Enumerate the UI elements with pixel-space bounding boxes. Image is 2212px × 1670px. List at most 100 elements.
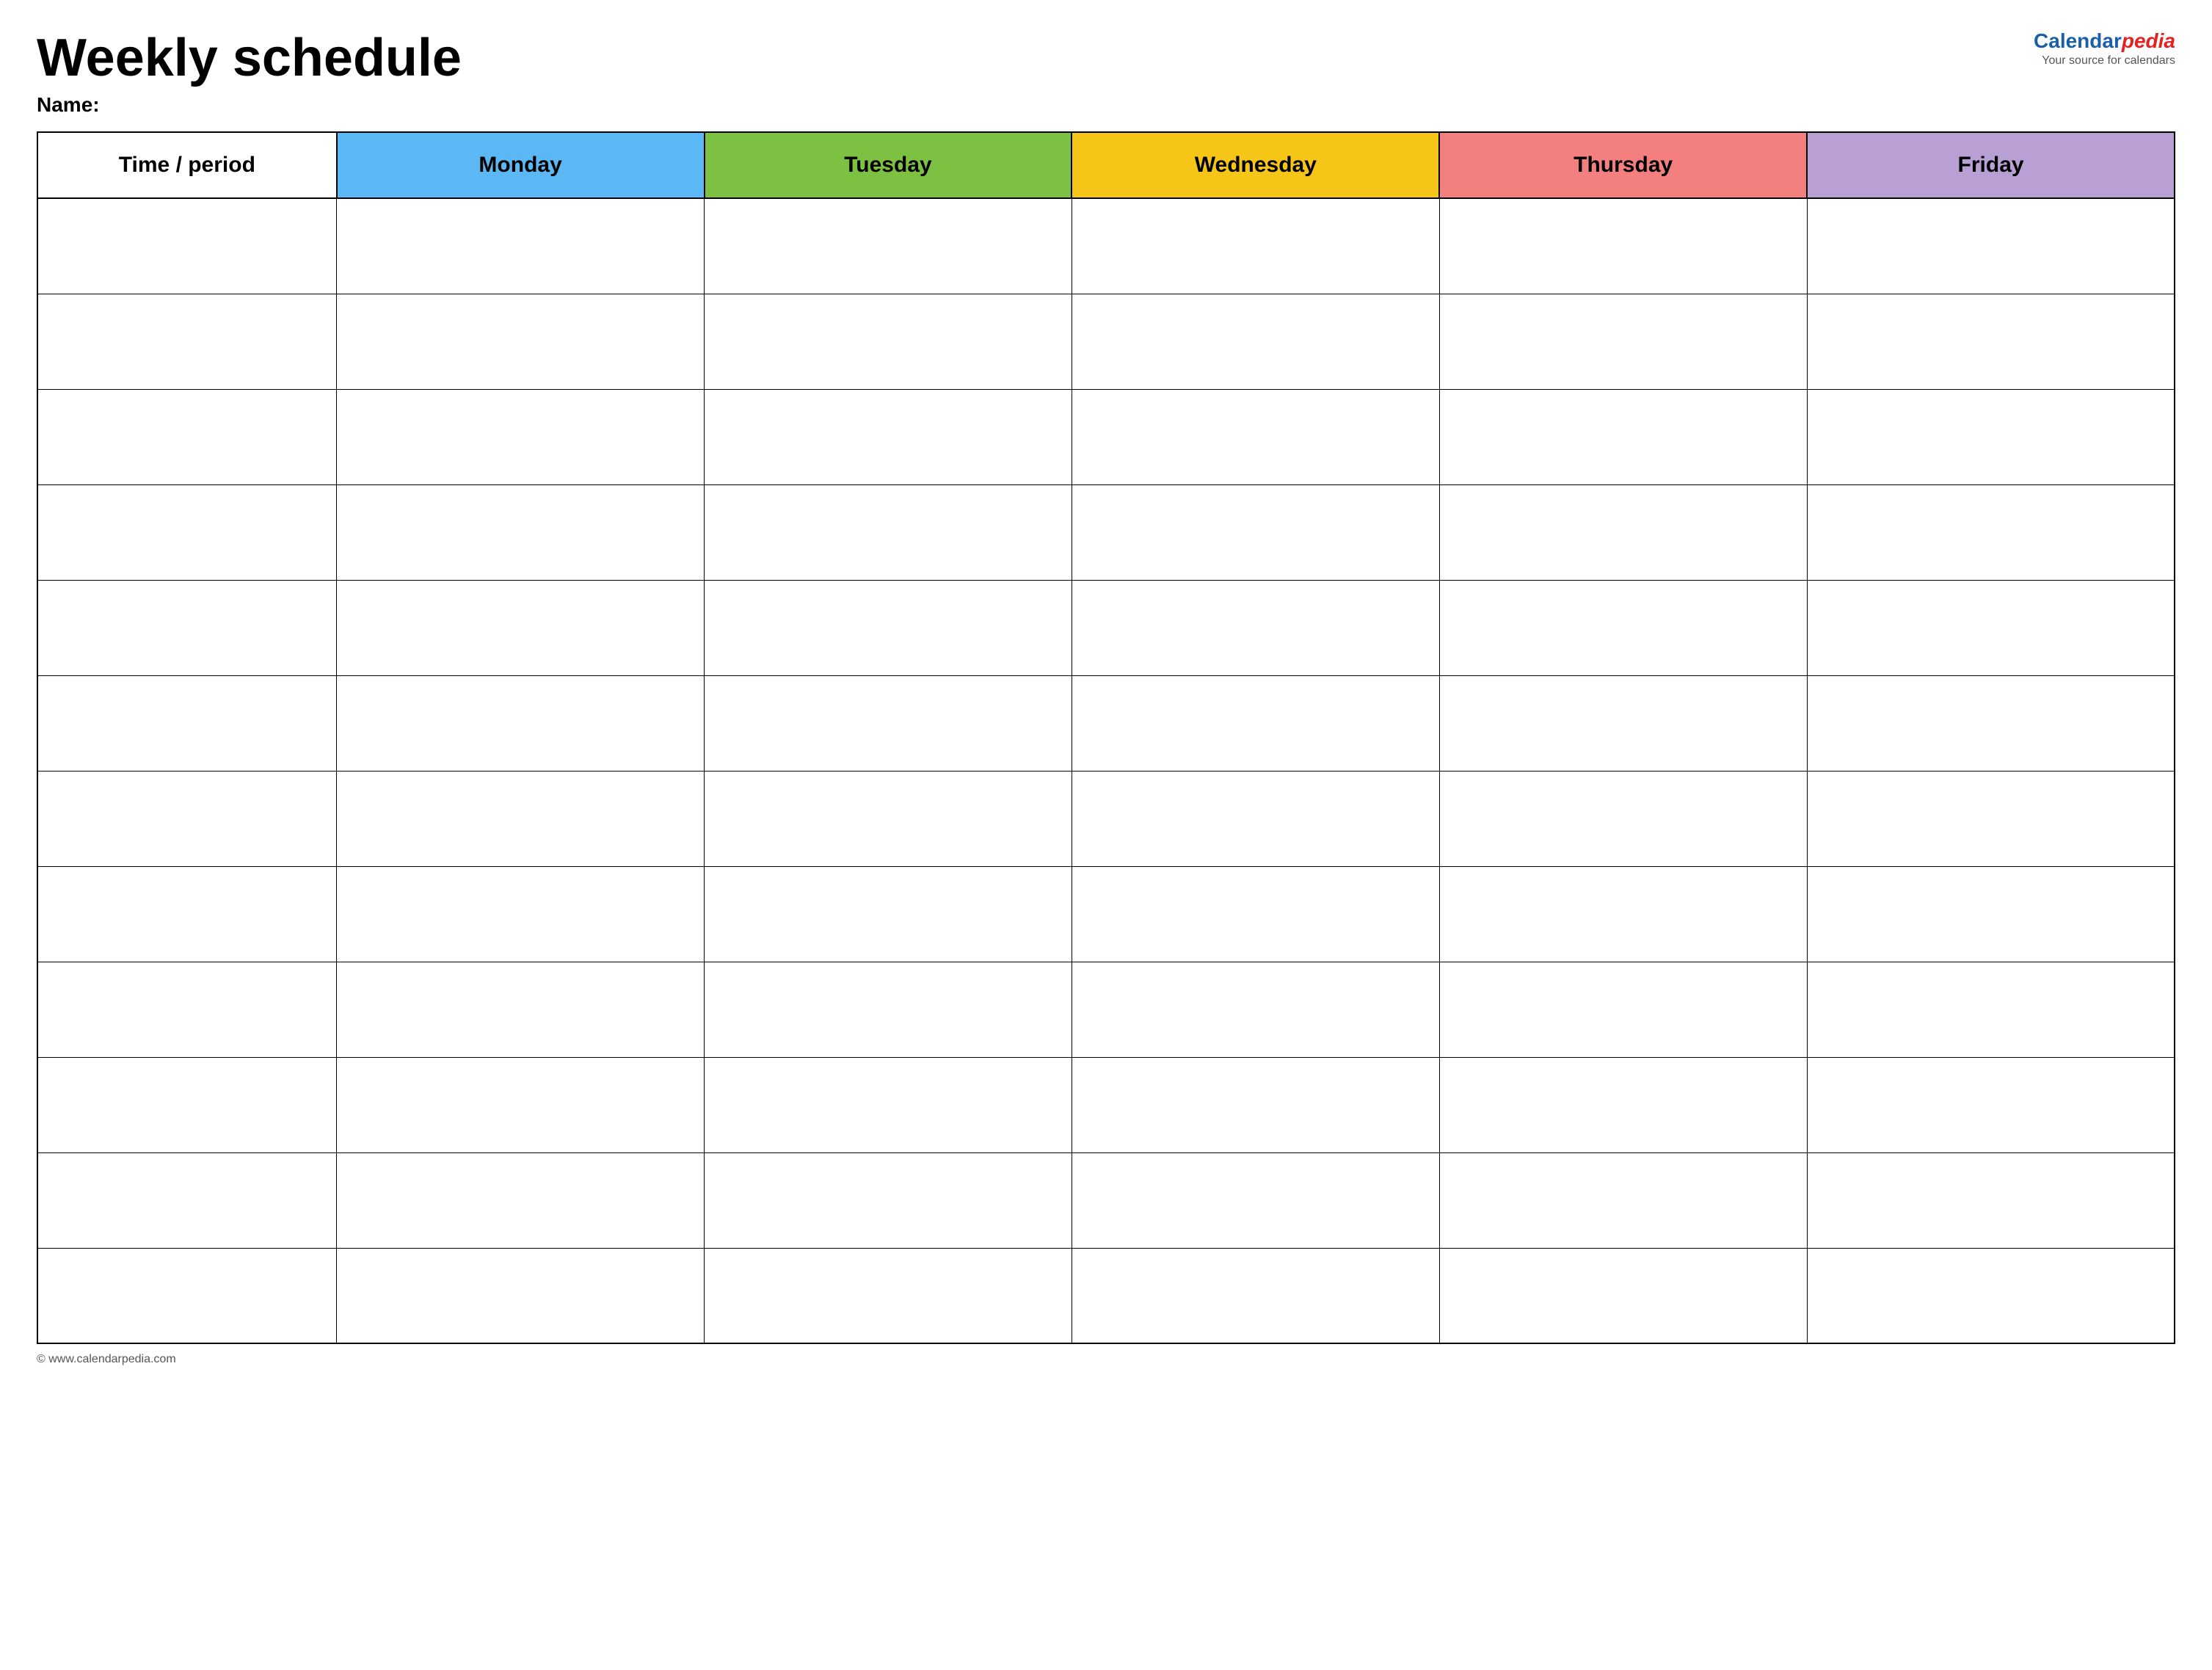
time-cell[interactable] [37,1057,337,1152]
time-cell[interactable] [37,294,337,389]
schedule-cell[interactable] [705,1057,1072,1152]
schedule-cell[interactable] [705,962,1072,1057]
schedule-cell[interactable] [705,866,1072,962]
schedule-cell[interactable] [705,484,1072,580]
schedule-cell[interactable] [1807,580,2175,675]
schedule-cell[interactable] [1807,1248,2175,1343]
table-row [37,1152,2175,1248]
schedule-cell[interactable] [1807,675,2175,771]
schedule-cell[interactable] [1807,962,2175,1057]
col-header-friday: Friday [1807,132,2175,198]
time-cell[interactable] [37,675,337,771]
name-label: Name: [37,93,2034,117]
time-cell[interactable] [37,484,337,580]
logo-area: Calendarpedia Your source for calendars [2034,29,2175,68]
schedule-cell[interactable] [1439,484,1807,580]
schedule-cell[interactable] [337,198,705,294]
schedule-body [37,198,2175,1343]
schedule-cell[interactable] [1072,675,1439,771]
schedule-cell[interactable] [705,389,1072,484]
schedule-cell[interactable] [337,1248,705,1343]
col-header-monday: Monday [337,132,705,198]
schedule-cell[interactable] [1072,1248,1439,1343]
schedule-cell[interactable] [337,1152,705,1248]
schedule-cell[interactable] [1072,580,1439,675]
table-row [37,580,2175,675]
schedule-cell[interactable] [1807,1152,2175,1248]
table-row [37,962,2175,1057]
time-cell[interactable] [37,580,337,675]
table-row [37,294,2175,389]
schedule-cell[interactable] [1807,1057,2175,1152]
schedule-cell[interactable] [1439,1057,1807,1152]
schedule-cell[interactable] [1439,580,1807,675]
schedule-cell[interactable] [1072,294,1439,389]
time-cell[interactable] [37,1248,337,1343]
schedule-cell[interactable] [337,962,705,1057]
schedule-cell[interactable] [337,866,705,962]
footer-url: © www.calendarpedia.com [37,1353,176,1365]
schedule-cell[interactable] [1072,1057,1439,1152]
schedule-cell[interactable] [1807,484,2175,580]
schedule-cell[interactable] [337,389,705,484]
schedule-cell[interactable] [1439,771,1807,866]
schedule-cell[interactable] [1439,294,1807,389]
footer: © www.calendarpedia.com [37,1353,2175,1366]
col-header-thursday: Thursday [1439,132,1807,198]
table-row [37,484,2175,580]
time-cell[interactable] [37,389,337,484]
schedule-cell[interactable] [1439,389,1807,484]
logo-calendar-text: Calendar [2034,29,2122,52]
schedule-cell[interactable] [1439,198,1807,294]
schedule-cell[interactable] [1072,962,1439,1057]
schedule-cell[interactable] [1807,294,2175,389]
table-row [37,771,2175,866]
time-cell[interactable] [37,771,337,866]
time-cell[interactable] [37,962,337,1057]
schedule-cell[interactable] [1439,1152,1807,1248]
schedule-cell[interactable] [1807,198,2175,294]
schedule-cell[interactable] [1072,389,1439,484]
schedule-cell[interactable] [705,675,1072,771]
schedule-cell[interactable] [1072,866,1439,962]
schedule-cell[interactable] [1439,962,1807,1057]
col-header-time: Time / period [37,132,337,198]
schedule-cell[interactable] [1439,675,1807,771]
schedule-cell[interactable] [705,294,1072,389]
table-row [37,1248,2175,1343]
schedule-cell[interactable] [337,771,705,866]
schedule-cell[interactable] [337,675,705,771]
schedule-cell[interactable] [1072,484,1439,580]
schedule-cell[interactable] [1439,866,1807,962]
schedule-cell[interactable] [705,198,1072,294]
schedule-cell[interactable] [1807,866,2175,962]
time-cell[interactable] [37,866,337,962]
col-header-tuesday: Tuesday [705,132,1072,198]
schedule-cell[interactable] [1072,198,1439,294]
logo: Calendarpedia [2034,29,2175,53]
table-header-row: Time / period Monday Tuesday Wednesday T… [37,132,2175,198]
col-header-wednesday: Wednesday [1072,132,1439,198]
schedule-cell[interactable] [337,484,705,580]
schedule-cell[interactable] [705,1248,1072,1343]
table-row [37,389,2175,484]
table-row [37,866,2175,962]
schedule-cell[interactable] [337,1057,705,1152]
time-cell[interactable] [37,198,337,294]
schedule-cell[interactable] [705,580,1072,675]
logo-pedia-text: pedia [2122,29,2175,52]
schedule-cell[interactable] [337,580,705,675]
schedule-cell[interactable] [1072,771,1439,866]
schedule-cell[interactable] [1439,1248,1807,1343]
schedule-cell[interactable] [705,771,1072,866]
schedule-cell[interactable] [1072,1152,1439,1248]
schedule-cell[interactable] [1807,389,2175,484]
page-title: Weekly schedule [37,29,2034,87]
table-row [37,1057,2175,1152]
logo-tagline: Your source for calendars [2034,54,2175,68]
schedule-cell[interactable] [337,294,705,389]
time-cell[interactable] [37,1152,337,1248]
schedule-cell[interactable] [705,1152,1072,1248]
page-header: Weekly schedule Name: Calendarpedia Your… [37,29,2175,117]
schedule-cell[interactable] [1807,771,2175,866]
